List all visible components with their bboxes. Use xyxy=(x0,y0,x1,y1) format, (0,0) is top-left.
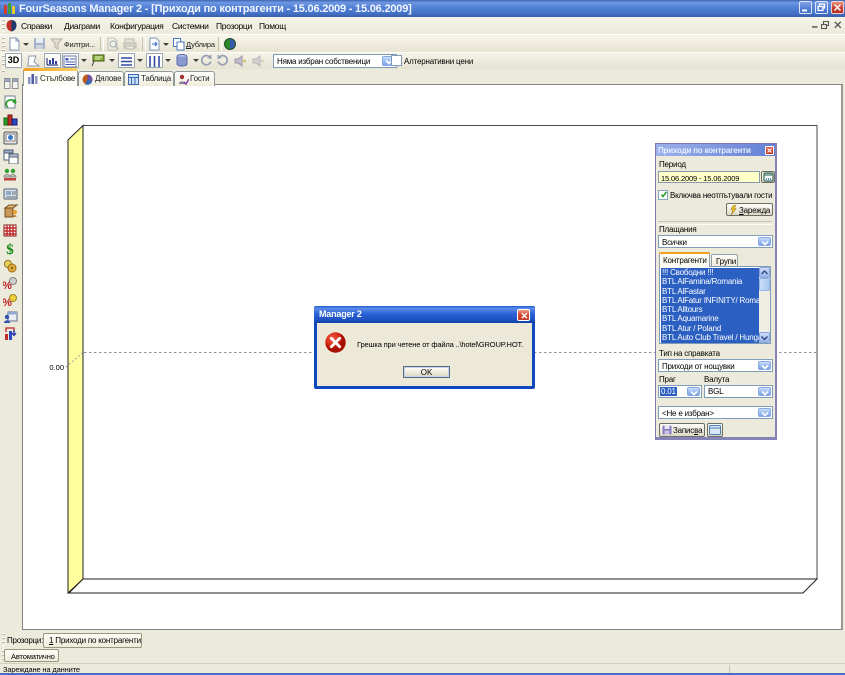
svg-text:0.00: 0.00 xyxy=(49,363,64,372)
svg-text:%: % xyxy=(3,280,12,291)
svg-text:%: % xyxy=(3,297,12,308)
svg-text:$: $ xyxy=(6,242,14,256)
